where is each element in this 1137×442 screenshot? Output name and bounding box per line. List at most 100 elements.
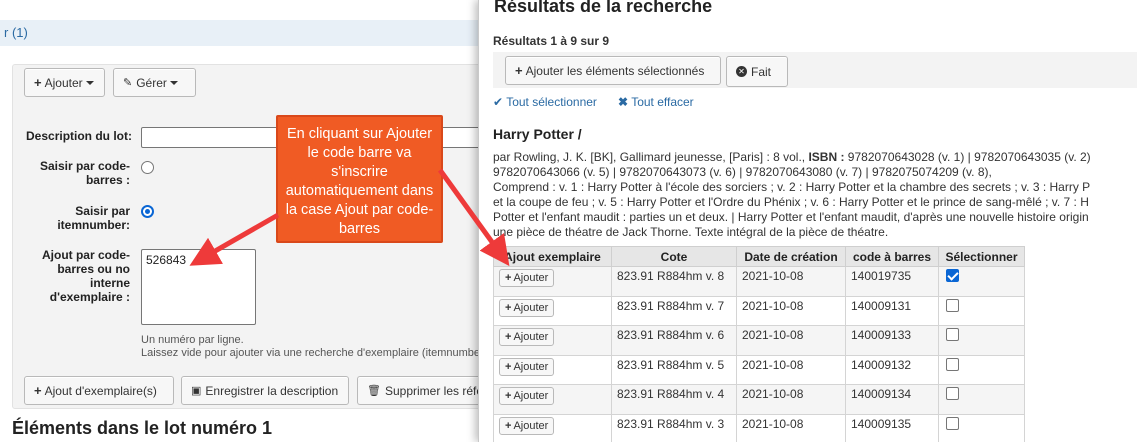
select-cell (938, 295, 1025, 326)
plus-icon: + (34, 383, 42, 398)
select-checkbox[interactable] (946, 416, 959, 430)
done-label: Fait (751, 64, 772, 79)
plus-icon: + (505, 331, 512, 343)
select-cell (938, 384, 1025, 415)
add-dropdown-label: Ajouter (44, 75, 83, 90)
add-items-button[interactable]: + Ajout d'exemplaire(s) (24, 376, 174, 405)
select-cell (938, 266, 1025, 297)
add-item-button[interactable]: + Ajouter (499, 357, 555, 376)
table-row: + Ajouter 823.91 R884hm v. 4 2021-10-08 1400… (493, 384, 1025, 415)
hint-leave-empty: Laissez vide pour ajouter via une recher… (141, 347, 481, 359)
trash-icon: 🗑 (367, 385, 381, 397)
add-item-cell: + Ajouter (493, 295, 612, 326)
add-by-label: Ajout par code-barres ou no interne d'ex… (41, 248, 130, 304)
add-item-button[interactable]: + Ajouter (499, 387, 555, 405)
table-row: + Ajouter 823.91 R884hm v. 8 2021-10-08 1400… (493, 266, 1025, 297)
add-item-button[interactable]: + Ajouter (499, 328, 555, 346)
add-item-cell: + Ajouter (493, 413, 612, 442)
delete-button[interactable]: 🗑 Supprimer les réfé (357, 376, 484, 405)
select-checkbox[interactable] (946, 387, 959, 400)
barcodes-textarea[interactable]: 526843 (141, 249, 256, 325)
select-all-label: Tout sélectionner (506, 95, 597, 109)
add-item-cell: + Ajouter (493, 354, 612, 385)
plus-icon: + (505, 272, 512, 284)
add-item-cell: + Ajouter (493, 325, 612, 356)
clear-all-link[interactable]: ✖ Tout effacer (618, 95, 694, 109)
save-description-label: Enregistrer la description (205, 383, 339, 398)
save-icon: ▣ (191, 385, 202, 397)
check-icon: ✔ (493, 95, 504, 109)
date-cell: 2021-10-08 (736, 295, 846, 326)
add-item-button[interactable]: + Ajouter (499, 269, 555, 287)
hint-one-per-line: Un numéro par ligne. (141, 334, 244, 346)
description-line: 9782070643066 (v. 5) | 9782070643073 (v.… (493, 165, 992, 179)
date-cell: 2021-10-08 (736, 266, 846, 297)
save-description-button[interactable]: ▣ Enregistrer la description (181, 376, 349, 405)
plus-icon: + (34, 75, 42, 90)
add-item-label: Ajouter (513, 331, 549, 343)
table-row: + Ajouter 823.91 R884hm v. 7 2021-10-08 1400… (493, 295, 1025, 326)
modal-title: Résultats de la recherche (494, 0, 713, 16)
plus-icon: + (505, 419, 512, 432)
add-dropdown-button[interactable]: + Ajouter (24, 68, 105, 97)
add-item-button[interactable]: + Ajouter (499, 416, 555, 435)
cote-cell: 823.91 R884hm v. 5 (611, 354, 737, 385)
manage-dropdown-button[interactable]: ✎ Gérer (113, 68, 196, 97)
add-items-label: Ajout d'exemplaire(s) (44, 383, 157, 398)
plus-icon: + (515, 63, 523, 78)
barcode-cell: 140009133 (845, 325, 939, 356)
select-cell (938, 354, 1025, 385)
select-checkbox[interactable] (946, 328, 959, 341)
barcode-label: Saisir par code-barres : (39, 159, 130, 187)
delete-label: Supprimer les réfé (384, 383, 484, 398)
add-selected-button[interactable]: + Ajouter les éléments sélectionnés (505, 56, 721, 85)
select-checkbox[interactable] (946, 298, 959, 312)
barcode-radio[interactable] (141, 161, 154, 174)
add-item-label: Ajouter (513, 272, 549, 284)
clear-all-label: Tout effacer (631, 95, 694, 109)
book-title: Harry Potter / (493, 126, 582, 142)
results-count: Résultats 1 à 9 sur 9 (493, 34, 610, 48)
date-cell: 2021-10-08 (736, 325, 846, 356)
select-checkbox[interactable] (946, 269, 959, 282)
itemnumber-radio[interactable] (141, 205, 154, 218)
plus-icon: + (505, 390, 512, 402)
items-table: Ajout exemplaire Cote Date de création c… (493, 246, 1025, 442)
cote-cell: 823.91 R884hm v. 4 (611, 384, 737, 415)
select-all-link[interactable]: ✔ Tout sélectionner (493, 95, 597, 109)
done-button[interactable]: ✕ Fait (726, 56, 788, 87)
select-cell (938, 413, 1025, 442)
select-checkbox[interactable] (946, 357, 959, 371)
add-item-label: Ajouter (513, 360, 549, 373)
select-cell (938, 325, 1025, 356)
close-circle-icon: ✕ (736, 66, 747, 77)
add-item-label: Ajouter (513, 419, 549, 432)
book-description: par Rowling, J. K. [BK], Gallimard jeune… (493, 150, 1137, 240)
add-item-cell: + Ajouter (493, 384, 612, 415)
cote-cell: 823.91 R884hm v. 8 (611, 266, 737, 297)
edit-icon: ✎ (123, 77, 133, 89)
close-icon: ✖ (618, 95, 629, 109)
manage-dropdown-label: Gérer (136, 75, 167, 90)
header-barcode: code à barres (845, 246, 939, 267)
cote-cell: 823.91 R884hm v. 3 (611, 413, 737, 442)
cote-cell: 823.91 R884hm v. 7 (611, 295, 737, 326)
description-line: Potter et l'enfant maudit : parties un e… (493, 210, 1089, 224)
add-item-label: Ajouter (513, 301, 549, 314)
barcode-cell: 140009131 (845, 295, 939, 326)
section-title: Éléments dans le lot numéro 1 (12, 418, 273, 438)
description-line: Comprend : v. 1 : Harry Potter à l'école… (493, 180, 1091, 194)
table-header-row: Ajout exemplaire Cote Date de création c… (493, 246, 1025, 267)
plus-icon: + (505, 301, 512, 314)
add-selected-label: Ajouter les éléments sélectionnés (525, 63, 705, 78)
description-line: une pièce de théatre de Jack Thorne. Tex… (493, 225, 889, 239)
add-item-button[interactable]: + Ajouter (499, 298, 555, 317)
add-item-cell: + Ajouter (493, 266, 612, 297)
barcode-cell: 140009132 (845, 354, 939, 385)
caret-down-icon (85, 80, 94, 85)
breadcrumb-fragment[interactable]: r (1) (4, 25, 28, 40)
description-label: Description du lot: (26, 129, 132, 143)
table-row: + Ajouter 823.91 R884hm v. 3 2021-10-08 1400… (493, 413, 1025, 442)
header-cote: Cote (611, 246, 737, 267)
plus-icon: + (505, 360, 512, 373)
